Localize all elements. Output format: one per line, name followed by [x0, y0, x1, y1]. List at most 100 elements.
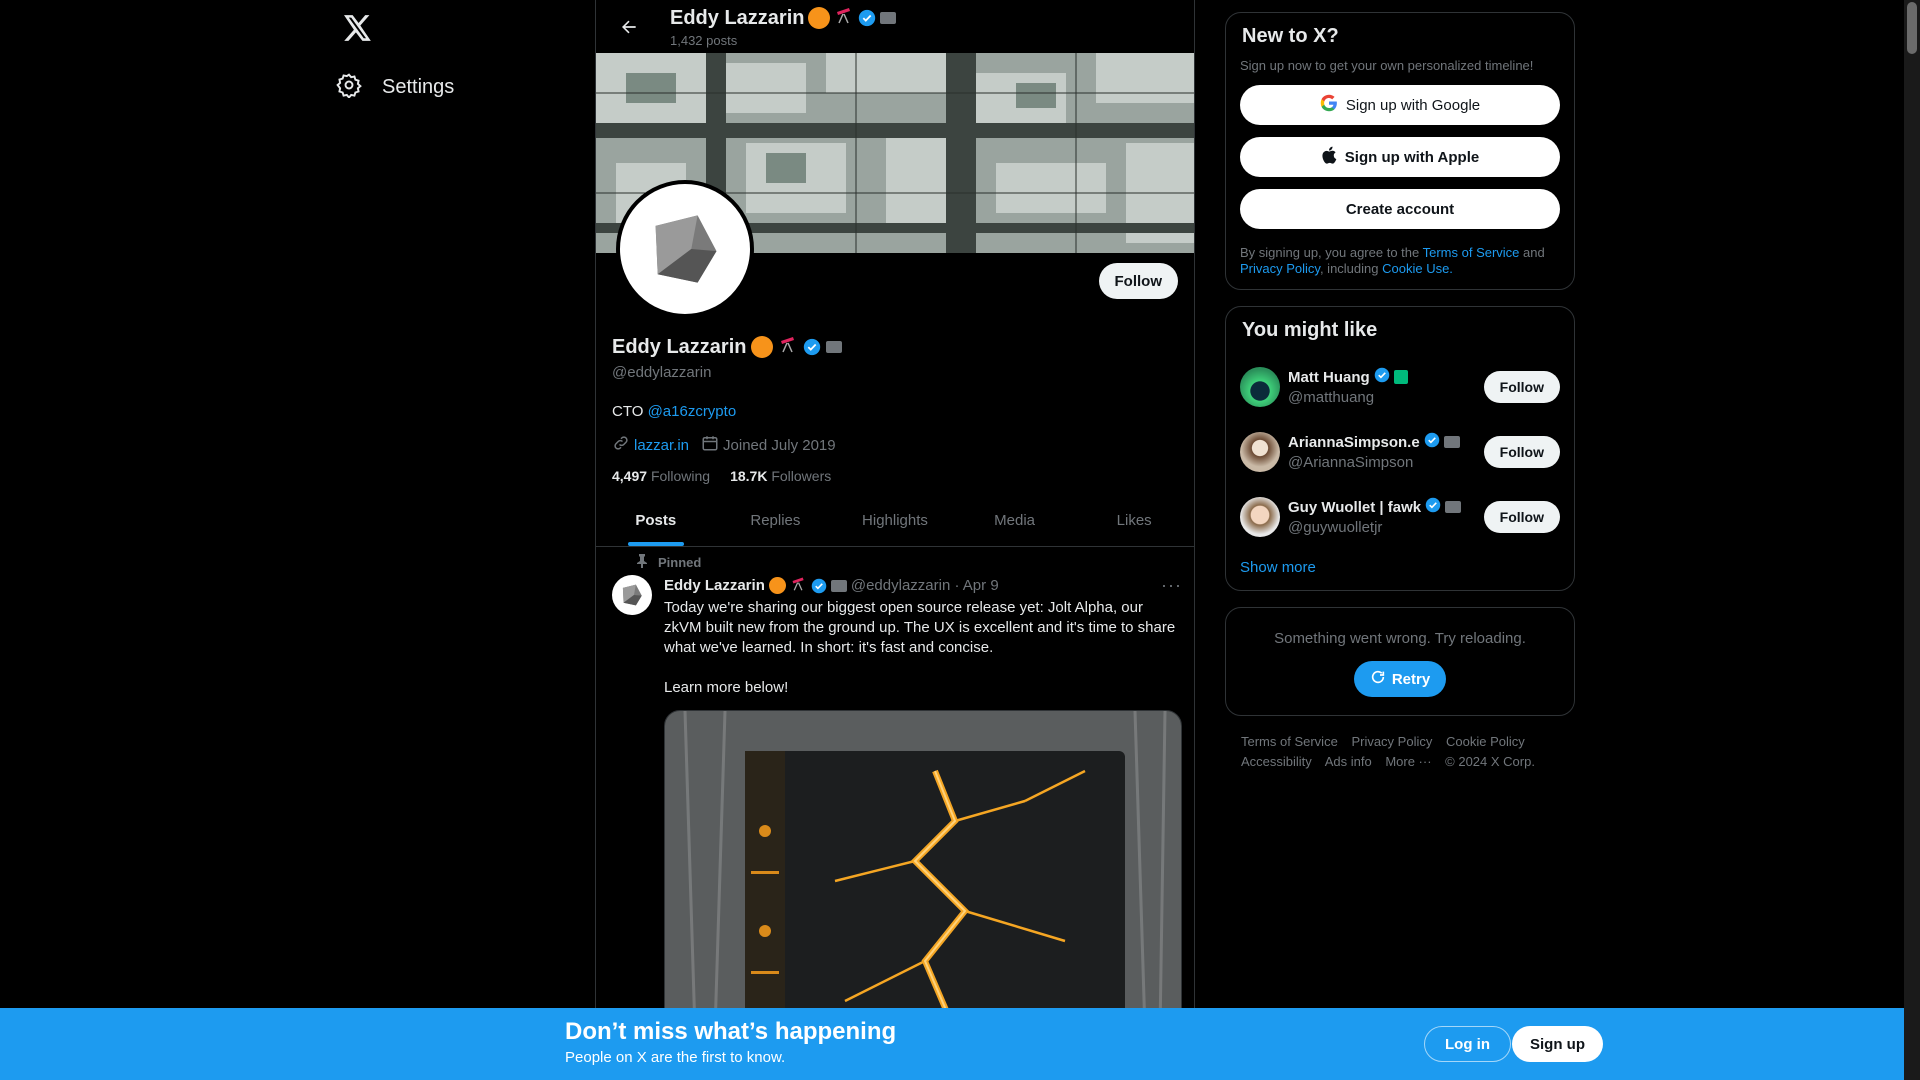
suggestion-item[interactable]: Guy Wuollet | fawk @guywuolletjr Follow — [1240, 484, 1560, 549]
refresh-icon — [1370, 669, 1386, 689]
signup-google-label: Sign up with Google — [1345, 96, 1481, 114]
avatar[interactable] — [1240, 496, 1280, 537]
tab-posts[interactable]: Posts — [596, 494, 716, 546]
followers-count: 18.7K — [730, 468, 768, 484]
tab-replies[interactable]: Replies — [716, 494, 836, 546]
tab-likes[interactable]: Likes — [1074, 494, 1194, 546]
tos-link[interactable]: Terms of Service — [1423, 245, 1520, 260]
signup-title: New to X? — [1242, 25, 1339, 47]
pinned-tweet[interactable]: Pinned Eddy Lazzarin @eddylazzarin · Apr… — [596, 548, 1194, 1030]
affiliate-badge-icon[interactable] — [826, 341, 843, 353]
retry-button[interactable]: Retry — [1353, 661, 1447, 697]
header-post-count: 1,432 posts — [670, 33, 738, 48]
website-item: lazzar.in — [612, 434, 689, 456]
book-illustration — [665, 711, 1181, 1029]
avatar[interactable] — [1240, 366, 1280, 407]
footer-link[interactable]: More ··· — [1385, 754, 1431, 769]
show-more-link[interactable]: Show more — [1240, 559, 1560, 576]
suggestion-follow-button[interactable]: Follow — [1483, 500, 1560, 533]
suggestion-item[interactable]: Matt Huang @matthuang Follow — [1240, 354, 1560, 419]
verified-badge-icon — [1424, 432, 1440, 452]
follow-button[interactable]: Follow — [1098, 263, 1178, 299]
tab-highlights[interactable]: Highlights — [835, 494, 955, 546]
affiliate-badge-icon — [1445, 501, 1462, 513]
gear-icon — [336, 72, 362, 103]
footer-link[interactable]: Privacy Policy — [1351, 734, 1432, 749]
suggestion-name: AriannaSimpson.e — [1288, 433, 1420, 451]
profile-info: Eddy Lazzarin @eddylazzarin CTO @a16zcry… — [612, 334, 1178, 484]
main-column: Eddy Lazzarin 1,432 posts Follow Eddy La… — [595, 0, 1195, 1080]
suggestion-handle: @guywuolletjr — [1288, 519, 1383, 536]
website-link[interactable]: lazzar.in — [634, 437, 689, 454]
profile-header: Eddy Lazzarin 1,432 posts — [596, 0, 1194, 53]
tweet-author[interactable]: Eddy Lazzarin — [664, 577, 765, 594]
profile-name-row: Eddy Lazzarin — [612, 334, 1178, 360]
error-card: Something went wrong. Try reloading. Ret… — [1225, 607, 1575, 716]
tweet-meta: @eddylazzarin · Apr 9 — [850, 577, 999, 594]
apple-icon — [1321, 146, 1337, 168]
following-stat[interactable]: 4,497 Following — [612, 468, 710, 484]
profile-bio: CTO @a16zcrypto — [612, 403, 1178, 420]
followers-label: Followers — [771, 468, 832, 484]
you-might-like-title: You might like — [1242, 319, 1378, 341]
tweet-avatar[interactable] — [612, 575, 652, 615]
profile-name: Eddy Lazzarin — [612, 335, 747, 358]
retry-label: Retry — [1391, 670, 1431, 688]
error-message: Something went wrong. Try reloading. — [1274, 630, 1526, 647]
more-options-icon[interactable]: ··· — [1161, 575, 1182, 596]
suggestion-follow-button[interactable]: Follow — [1483, 435, 1560, 468]
profile-meta: lazzar.in Joined July 2019 — [612, 434, 1178, 456]
privacy-link[interactable]: Privacy Policy — [1240, 261, 1320, 276]
footer-link[interactable]: Cookie Policy — [1446, 734, 1525, 749]
cookie-link[interactable]: Cookie Use. — [1382, 261, 1453, 276]
bitcoin-badge-icon — [768, 577, 786, 594]
legal-and: and — [1519, 245, 1545, 260]
scrollbar-thumb[interactable] — [1907, 2, 1917, 54]
footer-link[interactable]: Accessibility — [1241, 754, 1312, 769]
telescope-badge-icon — [790, 575, 807, 596]
bottom-bar-subtitle: People on X are the first to know. — [565, 1049, 786, 1066]
header-name-row: Eddy Lazzarin — [670, 5, 897, 31]
bio-text: CTO — [612, 403, 648, 420]
verified-badge-icon[interactable] — [803, 338, 821, 356]
signup-button[interactable]: Sign up — [1512, 1026, 1603, 1062]
footer-link[interactable]: Terms of Service — [1241, 734, 1338, 749]
nav-settings-label: Settings — [382, 75, 455, 98]
suggestion-name: Guy Wuollet | fawk — [1288, 498, 1422, 516]
create-account-button[interactable]: Create account — [1240, 189, 1560, 229]
profile-stats: 4,497 Following 18.7K Followers — [612, 468, 1178, 484]
bottom-signup-bar: Don’t miss what’s happening People on X … — [0, 1008, 1904, 1080]
bitcoin-badge-icon — [808, 7, 831, 29]
followers-stat[interactable]: 18.7K Followers — [730, 468, 831, 484]
bio-mention-link[interactable]: @a16zcrypto — [648, 403, 737, 420]
footer-link[interactable]: Ads info — [1325, 754, 1372, 769]
tweet-media-image[interactable] — [664, 710, 1182, 1030]
login-button[interactable]: Log in — [1424, 1026, 1511, 1062]
signup-google-button[interactable]: Sign up with Google — [1240, 85, 1560, 125]
tweet-header: Eddy Lazzarin @eddylazzarin · Apr 9 ··· — [664, 575, 1182, 596]
suggestion-handle: @AriannaSimpson — [1288, 454, 1414, 471]
avatar[interactable] — [1240, 431, 1280, 472]
bottom-bar-title: Don’t miss what’s happening — [565, 1018, 897, 1045]
affiliate-badge-icon — [1393, 370, 1408, 384]
affiliate-badge-icon — [830, 579, 847, 592]
nav-settings[interactable]: Settings — [336, 66, 470, 108]
verified-badge-icon — [811, 578, 827, 594]
profile-handle: @eddylazzarin — [612, 364, 712, 381]
google-icon — [1320, 94, 1338, 116]
verified-badge-icon — [858, 9, 876, 27]
link-icon — [612, 434, 630, 456]
tweet-text: Today we're sharing our biggest open sou… — [664, 599, 1176, 696]
tab-media[interactable]: Media — [955, 494, 1075, 546]
page-scrollbar[interactable] — [1904, 0, 1920, 1080]
suggestion-handle: @matthuang — [1288, 389, 1375, 406]
affiliate-badge-icon — [1443, 436, 1460, 448]
x-logo-icon[interactable] — [338, 8, 378, 48]
calendar-icon — [701, 434, 719, 456]
suggestion-follow-button[interactable]: Follow — [1483, 370, 1560, 403]
profile-avatar[interactable] — [616, 180, 754, 318]
suggestion-item[interactable]: AriannaSimpson.e @AriannaSimpson Follow — [1240, 419, 1560, 484]
suggestion-name-row: AriannaSimpson.e — [1288, 432, 1484, 452]
back-arrow-icon[interactable] — [612, 10, 646, 44]
signup-apple-button[interactable]: Sign up with Apple — [1240, 137, 1560, 177]
